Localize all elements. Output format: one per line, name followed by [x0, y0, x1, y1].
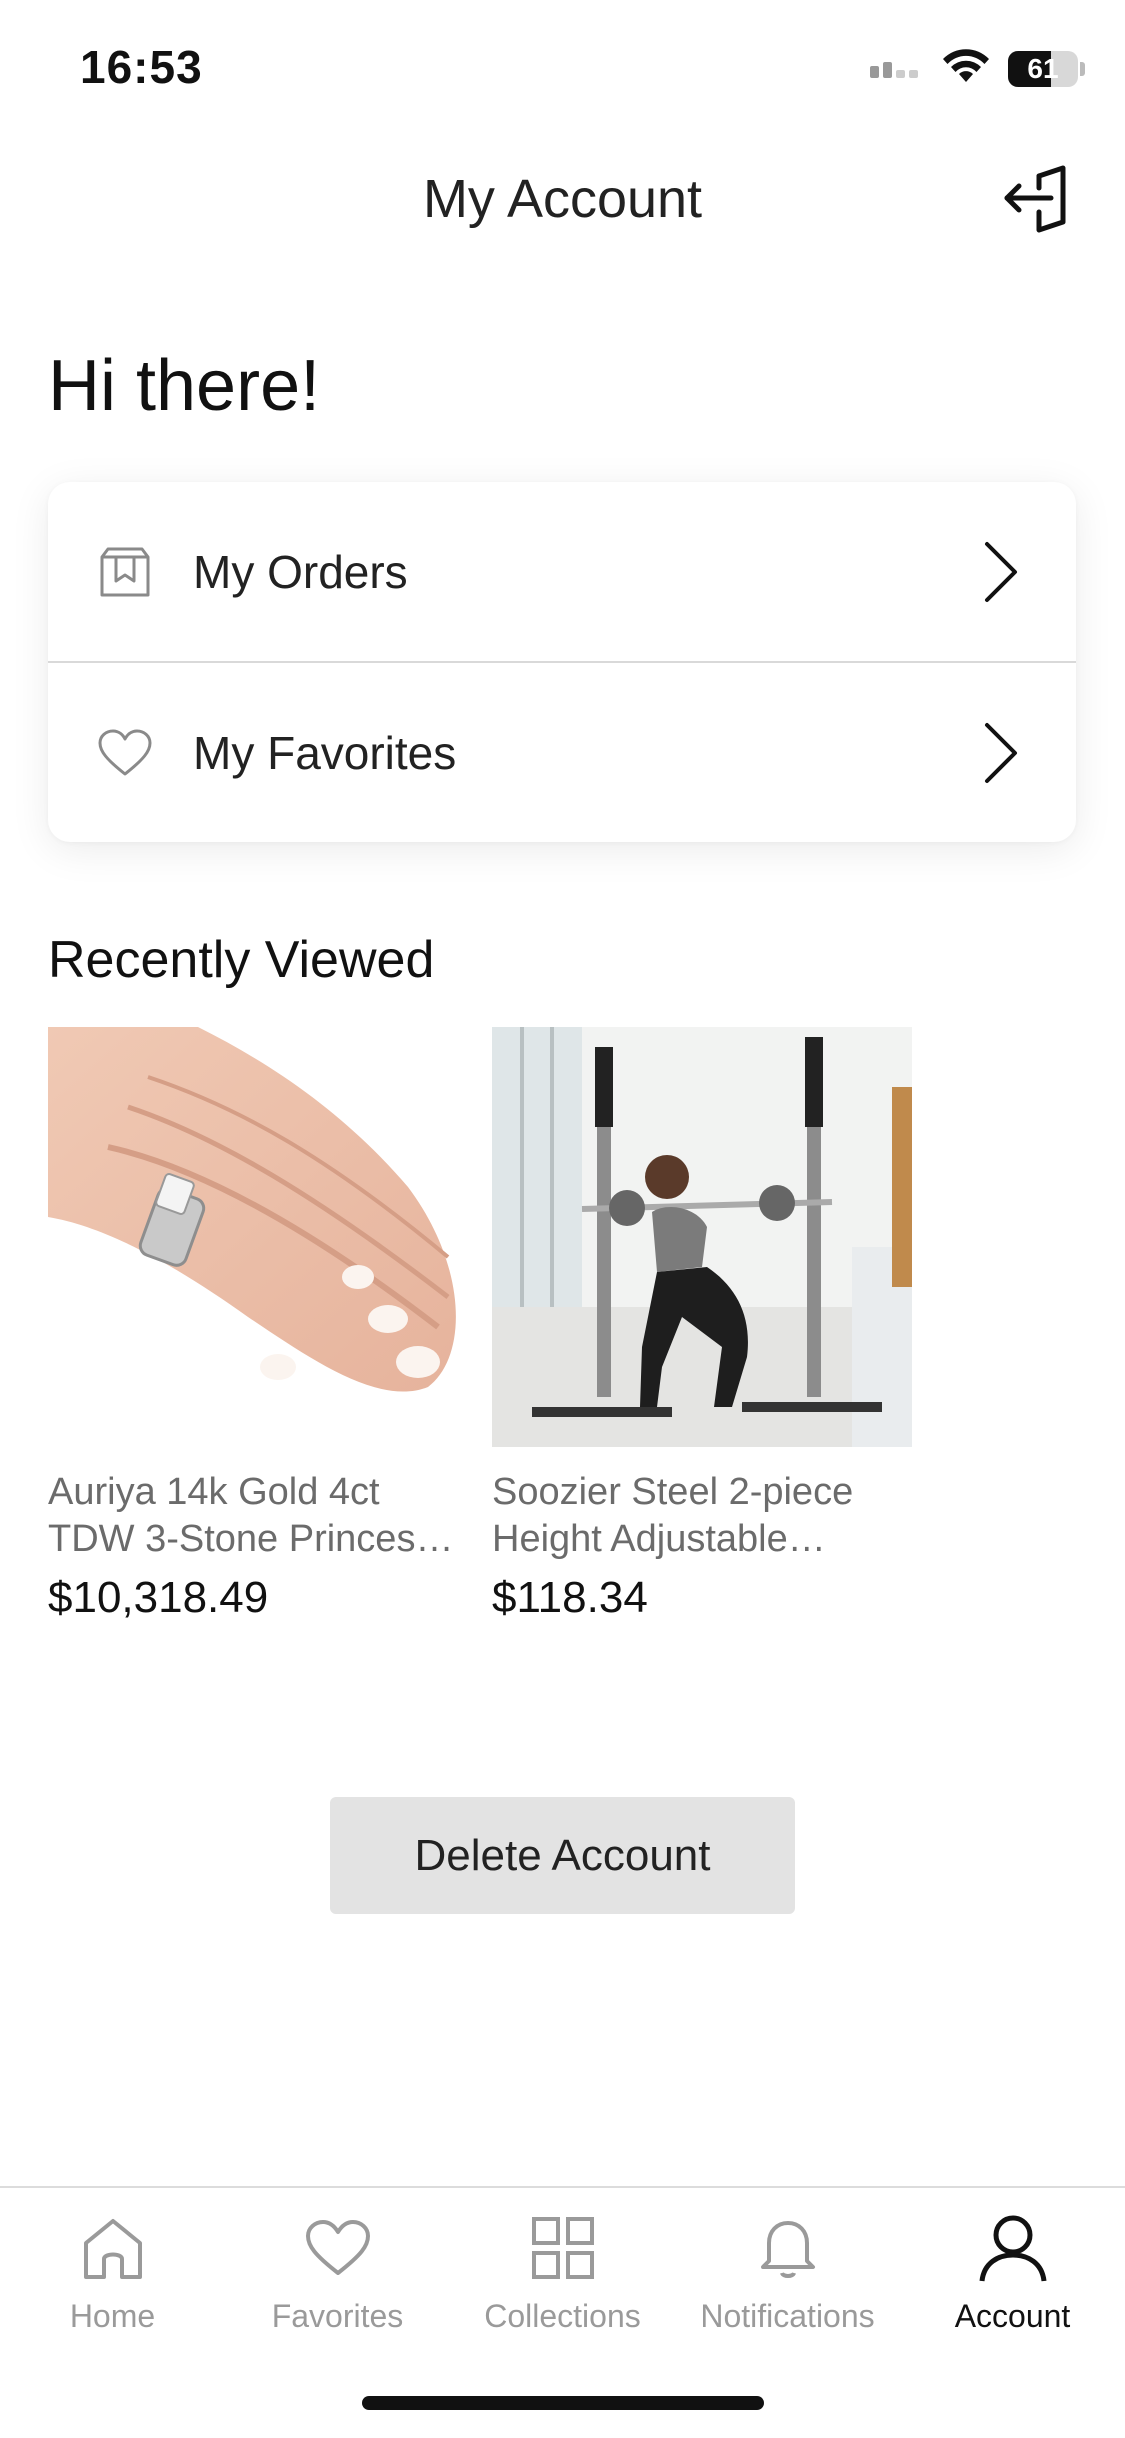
battery-icon: 61 [1008, 50, 1078, 87]
menu-item-my-favorites[interactable]: My Favorites [48, 663, 1076, 842]
squat-rack-woman-image [492, 1027, 912, 1447]
product-price: $10,318.49 [48, 1573, 269, 1622]
tab-label-account: Account [954, 2298, 1071, 2334]
status-time: 16:53 [80, 41, 203, 93]
product-price: $118.34 [492, 1573, 648, 1622]
tab-notifications[interactable]: Notifications [675, 2208, 900, 2348]
orders-box-icon [98, 545, 152, 599]
chevron-right-icon [981, 721, 1021, 785]
tab-collections[interactable]: Collections [450, 2208, 675, 2348]
cellular-signal-icon [870, 54, 924, 83]
logout-icon [999, 162, 1071, 239]
battery-level: 61 [1027, 52, 1059, 84]
tab-home[interactable]: Home [0, 2208, 225, 2348]
delete-account-button[interactable]: Delete Account [330, 1797, 795, 1914]
wifi-icon [942, 48, 990, 89]
tab-label-collections: Collections [484, 2298, 641, 2334]
tab-label-favorites: Favorites [271, 2298, 404, 2334]
heart-icon [298, 2208, 378, 2288]
bell-icon [748, 2208, 828, 2288]
account-menu-card: My Orders My Favorites [48, 482, 1076, 842]
product-name: Soozier Steel 2-piece Height Adjustable … [492, 1471, 854, 1560]
page-title: My Account [422, 169, 703, 229]
battery-cap [1080, 61, 1085, 76]
recently-viewed-title: Recently Viewed [48, 931, 435, 989]
tab-label-home: Home [69, 2298, 156, 2334]
menu-label-my-orders: My Orders [193, 545, 408, 598]
tab-label-notifications: Notifications [700, 2298, 875, 2334]
home-icon [73, 2208, 153, 2288]
grid-icon [523, 2208, 603, 2288]
status-bar: 16:53 61 [0, 0, 1125, 140]
menu-label-my-favorites: My Favorites [193, 726, 457, 779]
tab-favorites[interactable]: Favorites [225, 2208, 450, 2348]
greeting-heading: Hi there! [48, 346, 321, 426]
status-icons: 61 [870, 48, 1085, 89]
logout-button[interactable] [995, 160, 1075, 240]
tab-account[interactable]: Account [900, 2208, 1125, 2348]
heart-outline-icon [98, 726, 152, 780]
chevron-right-icon [981, 540, 1021, 604]
product-card-rack[interactable]: Soozier Steel 2-piece Height Adjustable … [492, 1027, 912, 1623]
person-icon [973, 2208, 1053, 2288]
nav-header: My Account [0, 140, 1125, 260]
home-indicator [362, 2396, 764, 2410]
product-name: Auriya 14k Gold 4ct TDW 3-Stone Princess… [48, 1471, 448, 1560]
diamond-ring-on-hand-image [48, 1027, 468, 1447]
menu-item-my-orders[interactable]: My Orders [48, 482, 1076, 663]
product-card-ring[interactable]: Auriya 14k Gold 4ct TDW 3-Stone Princess… [48, 1027, 468, 1623]
